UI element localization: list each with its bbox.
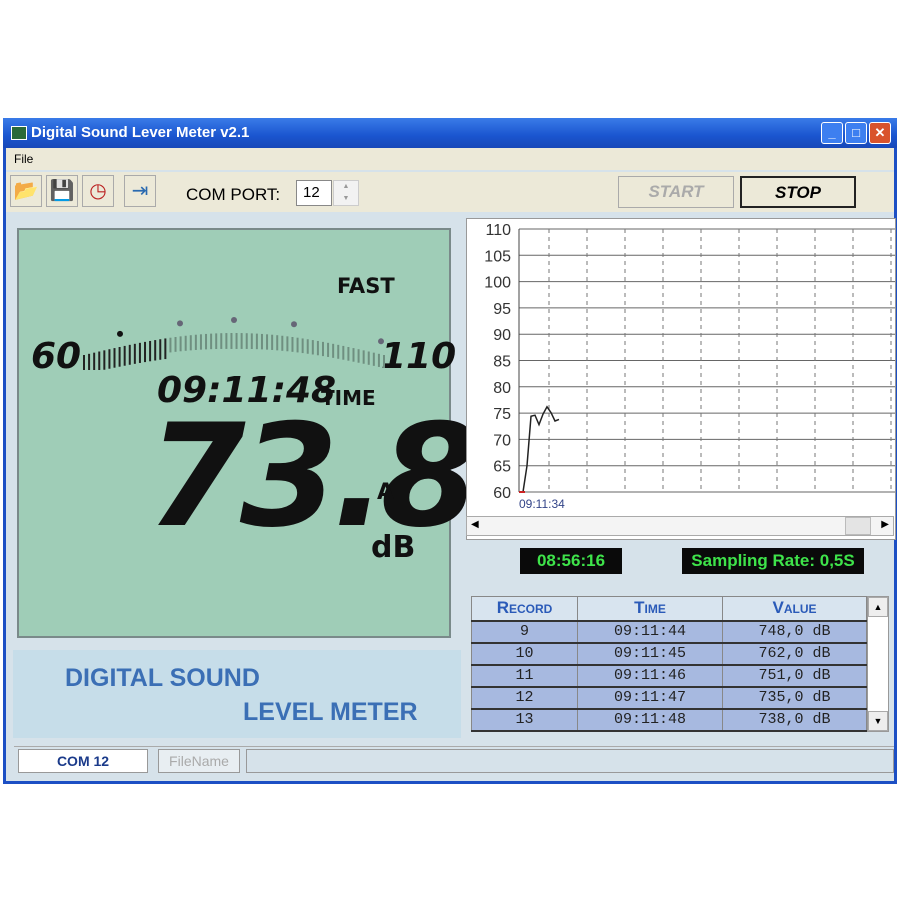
cell-time: 09:11:47 [577,685,723,710]
com-port-input[interactable]: 12 [296,180,332,206]
title-bar: Digital Sound Lever Meter v2.1 _ □ ✕ [3,118,897,148]
scale-dot [177,320,183,327]
status-panel [246,749,894,773]
logo-line-2: LEVEL METER [243,698,418,726]
status-port: COM 12 [18,749,148,773]
scale-min: 60 [31,336,82,377]
y-tick-label: 100 [484,275,511,292]
save-icon[interactable]: 💾 [46,175,78,207]
unit-label: dB [371,530,416,565]
y-tick-label: 85 [493,354,511,371]
weighting-label: A [377,480,395,505]
app-icon [11,126,27,140]
scale-dot [291,321,297,328]
clock-display: 08:56:16 [520,548,622,574]
table-row[interactable]: 13 09:11:48 738,0 dB [471,707,867,732]
cell-time: 09:11:44 [577,619,723,644]
y-tick-label: 105 [484,248,511,265]
scale-dot [117,330,123,337]
chart-plot: 110 105 100 95 90 85 80 75 70 65 60 09:11:34 [484,222,895,511]
cell-value: 751,0 dB [722,663,867,688]
sampling-rate-display: Sampling Rate: 0,5S [682,548,864,574]
open-folder-icon[interactable]: 📂 [10,175,42,207]
level-chart: 110 105 100 95 90 85 80 75 70 65 60 09:11:34 [466,218,896,540]
header-value[interactable]: Value [722,596,867,621]
series-line [519,405,560,493]
table-row[interactable]: 12 09:11:47 735,0 dB [471,685,867,710]
status-bar: COM 12 FileName [14,746,894,774]
start-button[interactable]: START [618,176,734,208]
header-record[interactable]: Record [471,596,578,621]
logo-panel: DIGITAL SOUND LEVEL METER [13,650,461,738]
y-tick-label: 90 [493,327,511,344]
logo-line-1: DIGITAL SOUND [65,664,260,692]
y-tick-label: 75 [493,406,511,423]
y-tick-label: 80 [493,380,511,397]
cell-value: 738,0 dB [722,707,867,732]
cell-time: 09:11:46 [577,663,723,688]
lcd-reading: 73.8 [147,394,479,559]
x-start-label: 09:11:34 [519,497,565,511]
y-tick-label: 65 [493,459,511,476]
header-time[interactable]: Time [577,596,723,621]
scale-max: 110 [381,336,457,377]
exit-icon[interactable]: ⇥ [124,175,156,207]
bar-graph [83,317,385,370]
cell-record: 12 [471,685,578,710]
scale-dot [231,317,237,323]
menu-file[interactable]: File [14,152,33,166]
table-row[interactable]: 11 09:11:46 751,0 dB [471,663,867,688]
cell-record: 11 [471,663,578,688]
status-filename: FileName [158,749,240,773]
cell-value: 748,0 dB [722,619,867,644]
lcd-display: FAST 60 110 09:11:48 TIME 73.8 A dB [17,228,479,638]
scroll-left-icon[interactable]: ◀ [471,519,479,530]
y-tick-label: 60 [493,485,511,502]
cell-record: 10 [471,641,578,666]
table-scrollbar[interactable]: ▲ ▼ [867,596,889,732]
window-title: Digital Sound Lever Meter v2.1 [31,124,250,141]
cell-value: 735,0 dB [722,685,867,710]
scroll-thumb[interactable] [845,517,871,535]
clock-icon[interactable]: ◷ [82,175,114,207]
cell-value: 762,0 dB [722,641,867,666]
scroll-down-icon[interactable]: ▼ [868,711,888,731]
cell-time: 09:11:48 [577,707,723,732]
records-table: Record Time Value 9 09:11:44 748,0 dB 10 09:… [471,596,867,732]
y-tick-label: 70 [493,432,511,449]
scroll-up-icon[interactable]: ▲ [868,597,888,617]
cell-record: 9 [471,619,578,644]
stop-button[interactable]: STOP [740,176,856,208]
minimize-button[interactable]: _ [821,122,843,144]
com-port-label: COM PORT: [186,185,281,204]
close-button[interactable]: ✕ [869,122,891,144]
response-label: FAST [337,274,395,298]
table-row[interactable]: 9 09:11:44 748,0 dB [471,619,867,644]
menu-bar: File [6,148,894,170]
com-port-stepper[interactable]: ▲ ▼ [333,180,359,206]
y-tick-label: 95 [493,301,511,318]
table-row[interactable]: 10 09:11:45 762,0 dB [471,641,867,666]
cell-record: 13 [471,707,578,732]
chart-scrollbar[interactable]: ◀ ▶ [466,516,894,536]
app-window: Digital Sound Lever Meter v2.1 _ □ ✕ Fil… [3,118,897,784]
toolbar: 📂 💾 ◷ ⇥ COM PORT: 12 ▲ ▼ START STOP [6,172,894,212]
cell-time: 09:11:45 [577,641,723,666]
y-tick-label: 110 [485,222,511,239]
scale-dot [378,338,384,345]
scroll-right-icon[interactable]: ▶ [881,519,889,530]
maximize-button[interactable]: □ [845,122,867,144]
